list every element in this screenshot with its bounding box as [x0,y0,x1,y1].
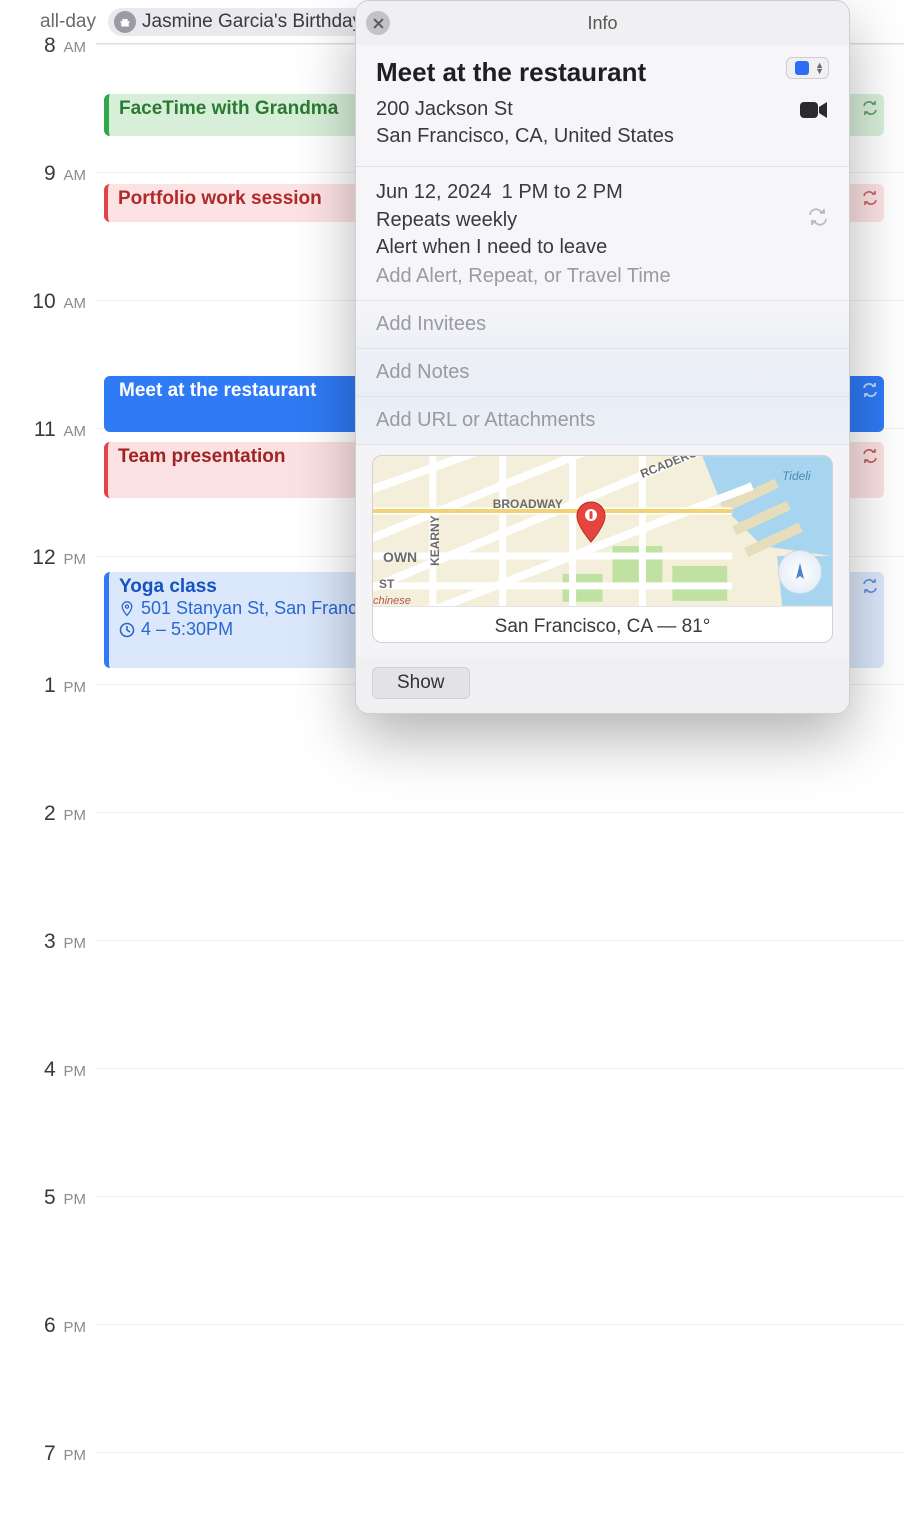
svg-text:BROADWAY: BROADWAY [493,497,563,511]
hour-row: 4 PM [0,1068,904,1132]
close-button[interactable] [366,11,390,35]
svg-text:chinese: chinese [373,595,411,606]
video-call-icon[interactable] [799,100,829,125]
event-title: FaceTime with Grandma [119,98,338,119]
hour-row: 2 PM [0,812,904,876]
event-info-popover: Info Meet at the restaurant ▲▼ 200 Jacks… [355,0,850,714]
hour-label: 9 AM [0,162,96,186]
birthday-event-pill[interactable]: Jasmine Garcia's Birthday [108,8,376,36]
hour-label: 10 AM [0,290,96,314]
repeat-icon [862,190,878,212]
map-heading-button[interactable] [778,550,822,594]
hour-label: 1 PM [0,674,96,698]
title-section: Meet at the restaurant ▲▼ 200 Jackson St… [356,45,849,167]
hour-label: 8 AM [0,34,96,58]
hour-row: 7 PM [0,1452,904,1516]
weather-bar: San Francisco, CA — 81° [373,606,832,643]
add-alert-button[interactable]: Add Alert, Repeat, or Travel Time [376,265,829,288]
event-title: Meet at the restaurant [119,380,316,401]
svg-text:KEARNY: KEARNY [428,515,442,566]
calendar-picker[interactable]: ▲▼ [786,57,829,79]
calendar-color-swatch [795,61,809,75]
birthday-event-title: Jasmine Garcia's Birthday [142,11,362,33]
map-section: BROADWAY KEARNY OWN ST chinese RCADERO T… [356,445,849,657]
hour-row: 5 PM [0,1196,904,1260]
all-day-label: all-day [30,11,96,33]
repeat-icon [862,100,878,122]
hour-label: 2 PM [0,802,96,826]
repeat-icon [862,382,878,404]
popover-header: Info [356,1,849,45]
add-url-field[interactable]: Add URL or Attachments [356,397,849,445]
hour-label: 5 PM [0,1186,96,1210]
add-invitees-field[interactable]: Add Invitees [356,301,849,349]
hour-label: 4 PM [0,1058,96,1082]
hour-label: 12 PM [0,546,96,570]
close-icon [373,18,384,29]
popover-title: Info [587,13,617,34]
location-arrow-icon [789,561,811,583]
show-button[interactable]: Show [372,667,470,699]
show-section: Show [356,657,849,713]
repeat-icon [862,578,878,600]
repeat-icon [862,448,878,470]
event-title: Portfolio work session [118,188,322,209]
alert-field[interactable]: Alert when I need to leave [376,236,829,259]
event-title-field[interactable]: Meet at the restaurant [376,57,786,88]
date-time-field[interactable]: Jun 12, 2024 1 PM to 2 PM [376,181,829,204]
map-pin-icon [573,500,609,544]
stepper-icon: ▲▼ [815,62,824,74]
location-map[interactable]: BROADWAY KEARNY OWN ST chinese RCADERO T… [372,455,833,643]
hour-row: 6 PM [0,1324,904,1388]
hour-row: 3 PM [0,940,904,1004]
svg-text:ST: ST [379,577,395,591]
svg-text:Tideli: Tideli [782,469,811,483]
hour-label: 11 AM [0,418,96,442]
hour-label: 7 PM [0,1442,96,1466]
repeat-icon [807,208,829,232]
time-section: Jun 12, 2024 1 PM to 2 PM Repeats weekly… [356,167,849,301]
repeat-field[interactable]: Repeats weekly [376,208,829,232]
add-notes-field[interactable]: Add Notes [356,349,849,397]
gift-icon [114,11,136,33]
svg-text:OWN: OWN [383,549,417,565]
location-pin-icon [119,601,135,617]
hour-label: 3 PM [0,930,96,954]
hour-label: 6 PM [0,1314,96,1338]
event-title: Team presentation [118,446,286,467]
location-field[interactable]: 200 Jackson St San Francisco, CA, United… [376,96,674,150]
clock-icon [119,622,135,638]
